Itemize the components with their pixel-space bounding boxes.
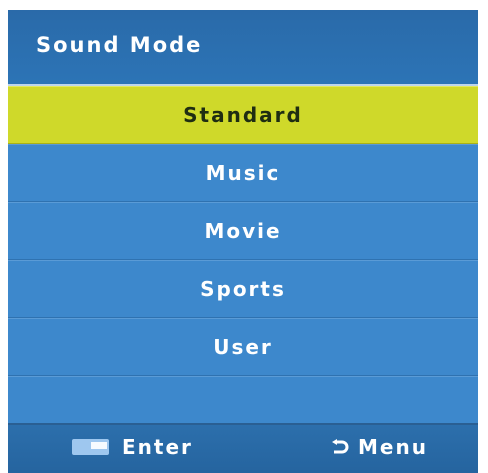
menu-header: Sound Mode bbox=[8, 10, 478, 86]
enter-hint[interactable]: Enter bbox=[72, 435, 193, 459]
sound-mode-option-movie[interactable]: Movie bbox=[8, 202, 478, 260]
option-label: Standard bbox=[183, 103, 303, 127]
sound-mode-option-music[interactable]: Music bbox=[8, 144, 478, 202]
option-label: User bbox=[213, 335, 273, 359]
menu-hint-label: Menu bbox=[358, 435, 428, 459]
menu-footer: Enter Menu bbox=[8, 423, 478, 473]
sound-mode-panel: Sound Mode Standard Music Movie Sports U… bbox=[8, 10, 478, 473]
enter-key-icon bbox=[72, 439, 109, 455]
enter-hint-label: Enter bbox=[122, 435, 193, 459]
sound-mode-option-sports[interactable]: Sports bbox=[8, 260, 478, 318]
option-label: Sports bbox=[200, 277, 286, 301]
sound-mode-option-user[interactable]: User bbox=[8, 318, 478, 376]
return-arrow-icon bbox=[331, 439, 349, 455]
sound-mode-option-standard[interactable]: Standard bbox=[8, 86, 478, 144]
option-label: Movie bbox=[204, 219, 282, 243]
sound-mode-list: Standard Music Movie Sports User bbox=[8, 86, 478, 433]
option-label: Music bbox=[205, 161, 281, 185]
menu-hint[interactable]: Menu bbox=[331, 435, 428, 459]
menu-title: Sound Mode bbox=[36, 33, 203, 57]
